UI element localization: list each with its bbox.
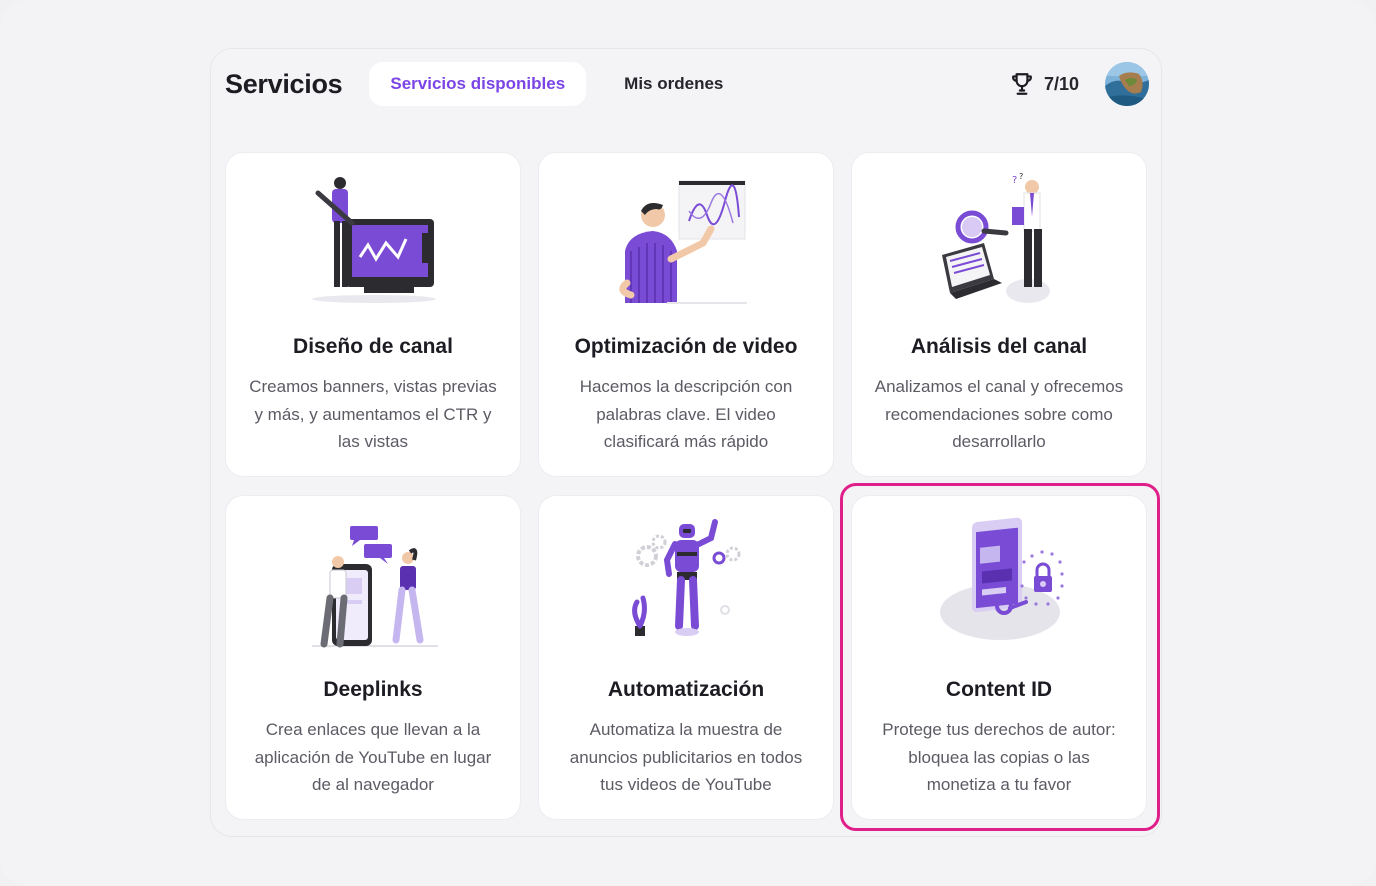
service-card-automatizacion[interactable]: Automatización Automatiza la muestra de … bbox=[538, 495, 834, 820]
service-description: Protege tus derechos de autor: bloquea l… bbox=[882, 720, 1116, 794]
service-description: Analizamos el canal y ofrecemos recomend… bbox=[874, 377, 1124, 451]
designer-illustration bbox=[312, 177, 436, 303]
service-title: Análisis del canal bbox=[910, 335, 1088, 358]
service-description: Creamos banners, vistas previas y más, y… bbox=[249, 377, 497, 451]
service-title: Content ID bbox=[945, 678, 1053, 701]
tab-mis-ordenes[interactable]: Mis ordenes bbox=[603, 62, 744, 106]
service-card-analisis-del-canal[interactable]: ? ? Análisis del canal Analizamos el can… bbox=[851, 152, 1147, 477]
avatar[interactable] bbox=[1105, 62, 1149, 106]
service-description: Hacemos la descripción con palabras clav… bbox=[579, 377, 793, 451]
analyst-magnifier-illustration: ? ? bbox=[942, 172, 1050, 303]
score-value: 7/10 bbox=[1043, 73, 1079, 94]
tab-servicios-disponibles[interactable]: Servicios disponibles bbox=[369, 62, 587, 106]
service-card-diseno-de-canal[interactable]: Diseño de canal Creamos banners, vistas … bbox=[225, 152, 521, 477]
svg-text:?: ? bbox=[1012, 175, 1017, 186]
svg-text:?: ? bbox=[1019, 172, 1023, 181]
presenter-chart-illustration bbox=[619, 180, 747, 304]
services-panel: Servicios Servicios disponibles Mis orde… bbox=[210, 48, 1162, 837]
robot-illustration bbox=[632, 519, 741, 636]
service-card-content-id[interactable]: Content ID Protege tus derechos de autor… bbox=[851, 495, 1147, 820]
service-description: Crea enlaces que llevan a la aplicación … bbox=[254, 720, 492, 794]
service-title: Diseño de canal bbox=[293, 335, 453, 358]
people-phone-illustration bbox=[312, 526, 438, 648]
header: Servicios Servicios disponibles Mis orde… bbox=[225, 61, 1149, 107]
service-description: Automatiza la muestra de anuncios public… bbox=[569, 720, 803, 794]
trophy-icon bbox=[1012, 73, 1032, 95]
service-title: Automatización bbox=[607, 678, 765, 701]
service-title: Optimización de video bbox=[574, 335, 798, 358]
service-card-optimizacion-de-video[interactable]: Optimización de video Hacemos la descrip… bbox=[538, 152, 834, 477]
service-title: Deeplinks bbox=[323, 678, 423, 701]
page-title: Servicios bbox=[225, 68, 343, 99]
service-card-deeplinks[interactable]: Deeplinks Crea enlaces que llevan a la a… bbox=[225, 495, 521, 820]
score-indicator[interactable]: 7/10 bbox=[1009, 71, 1079, 97]
lock-key-illustration bbox=[940, 517, 1064, 640]
